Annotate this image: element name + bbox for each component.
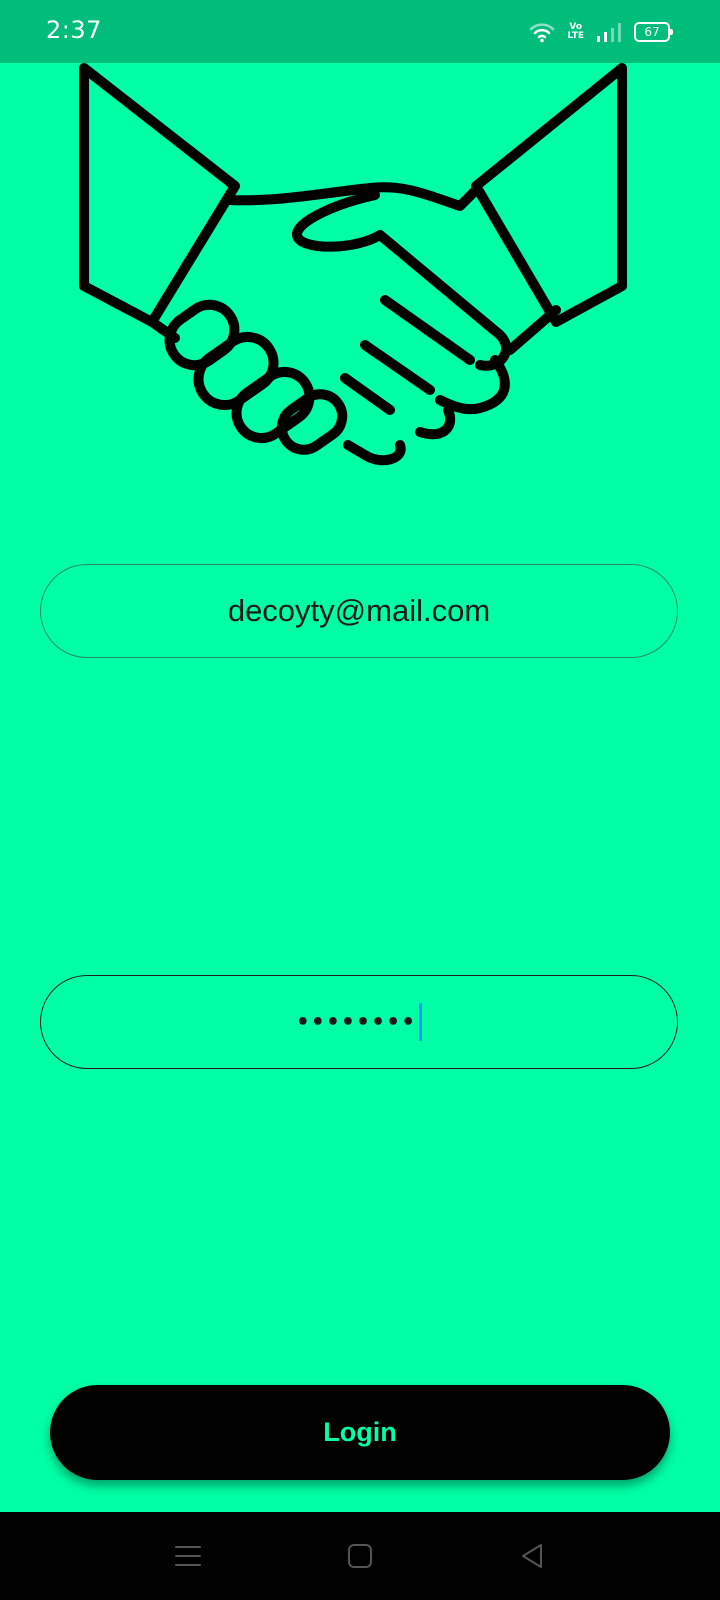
text-caret [419,1003,423,1041]
status-icons: Vo LTE 67 [529,20,673,44]
status-bar: 2:37 Vo LTE 67 [0,0,720,63]
handshake-icon [79,63,627,466]
navigation-bar [0,1512,720,1600]
login-button[interactable]: Login [50,1385,670,1480]
login-button-label: Login [323,1417,397,1447]
email-value: decoyty@mail.com [227,593,491,628]
menu-icon[interactable] [172,1540,204,1572]
password-value: •••••••• [295,1009,417,1035]
battery-icon: 67 [634,22,673,42]
home-icon[interactable] [344,1540,376,1572]
status-time: 2:37 [46,16,102,44]
email-field[interactable]: decoyty@mail.com [40,564,678,658]
password-field[interactable]: •••••••• [40,975,678,1069]
volte-icon: Vo LTE [567,22,584,41]
wifi-icon [530,23,555,43]
signal-icon [597,23,621,42]
back-icon[interactable] [516,1540,548,1572]
